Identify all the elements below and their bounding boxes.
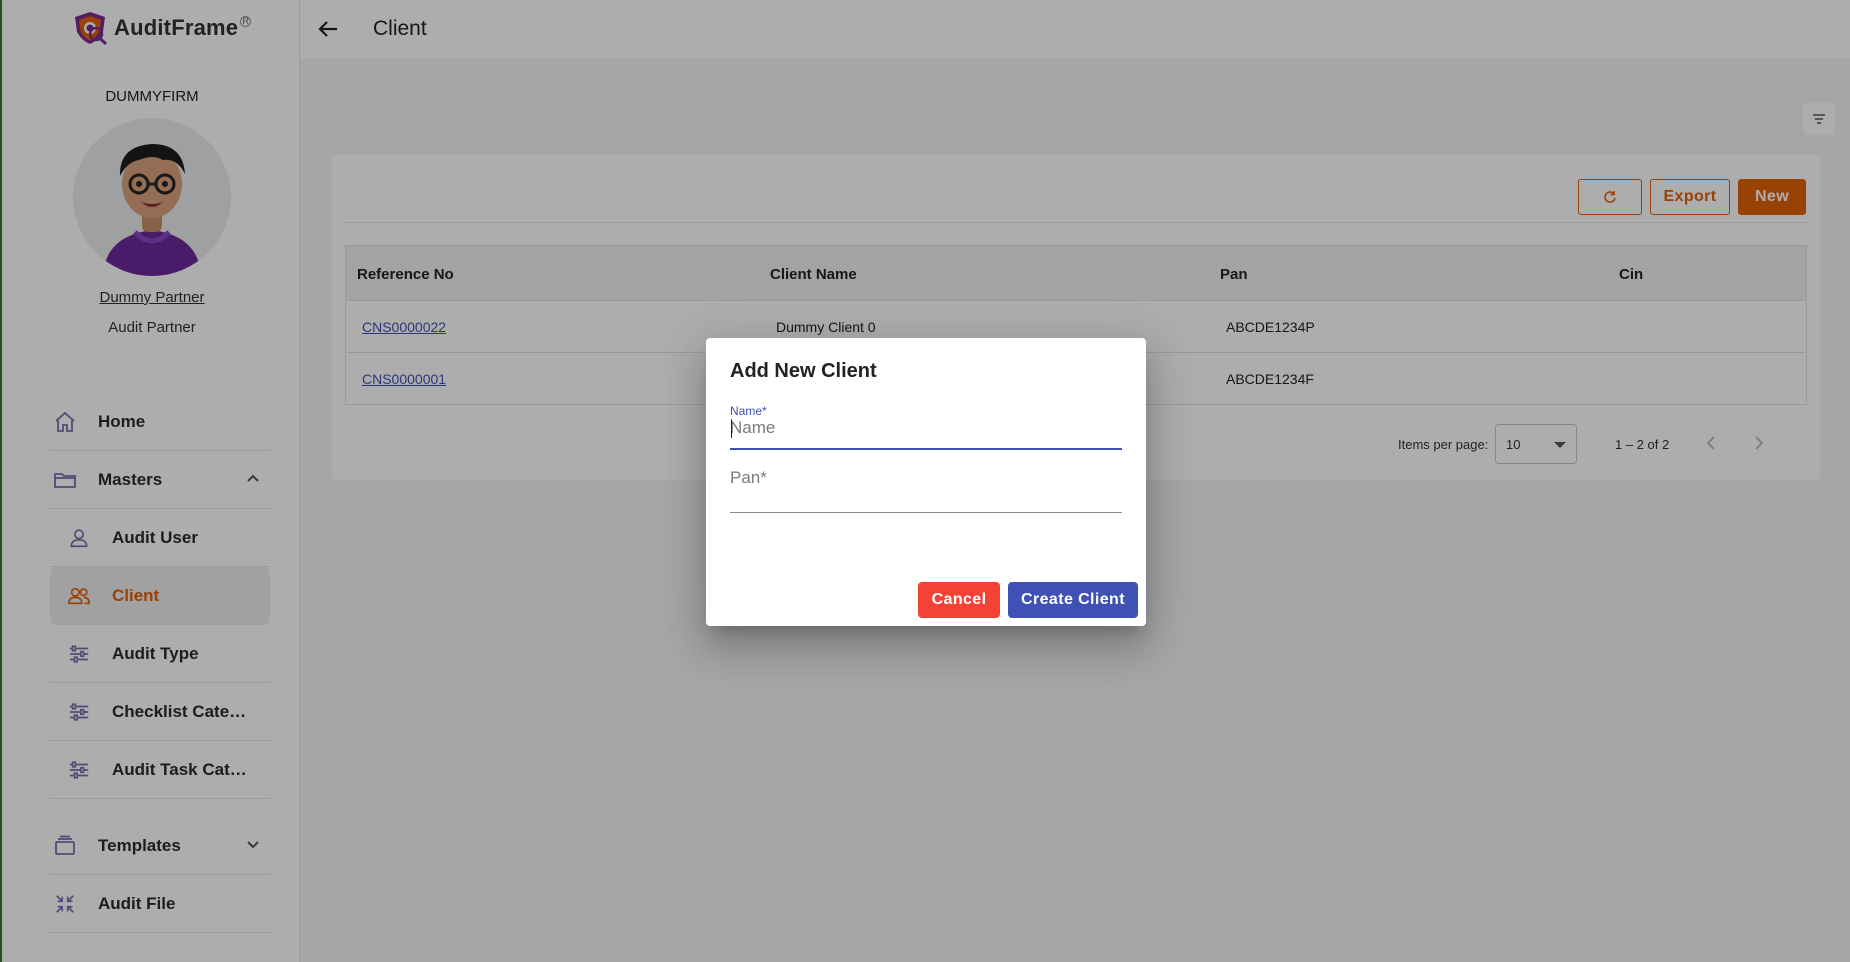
name-input[interactable] [730,418,1122,438]
pan-input[interactable] [730,468,1122,488]
dialog-title: Add New Client [730,360,877,382]
pan-field-underline [730,512,1122,513]
pan-form-field[interactable] [730,468,1122,514]
name-field-underline [730,448,1122,450]
create-client-button[interactable]: Create Client [1008,582,1138,618]
add-client-dialog: Add New Client Name* Cancel Create Clien… [706,338,1146,626]
name-form-field[interactable]: Name* [730,404,1122,450]
cancel-button[interactable]: Cancel [918,582,1000,618]
name-field-label: Name* [730,404,767,418]
text-caret [731,419,732,438]
